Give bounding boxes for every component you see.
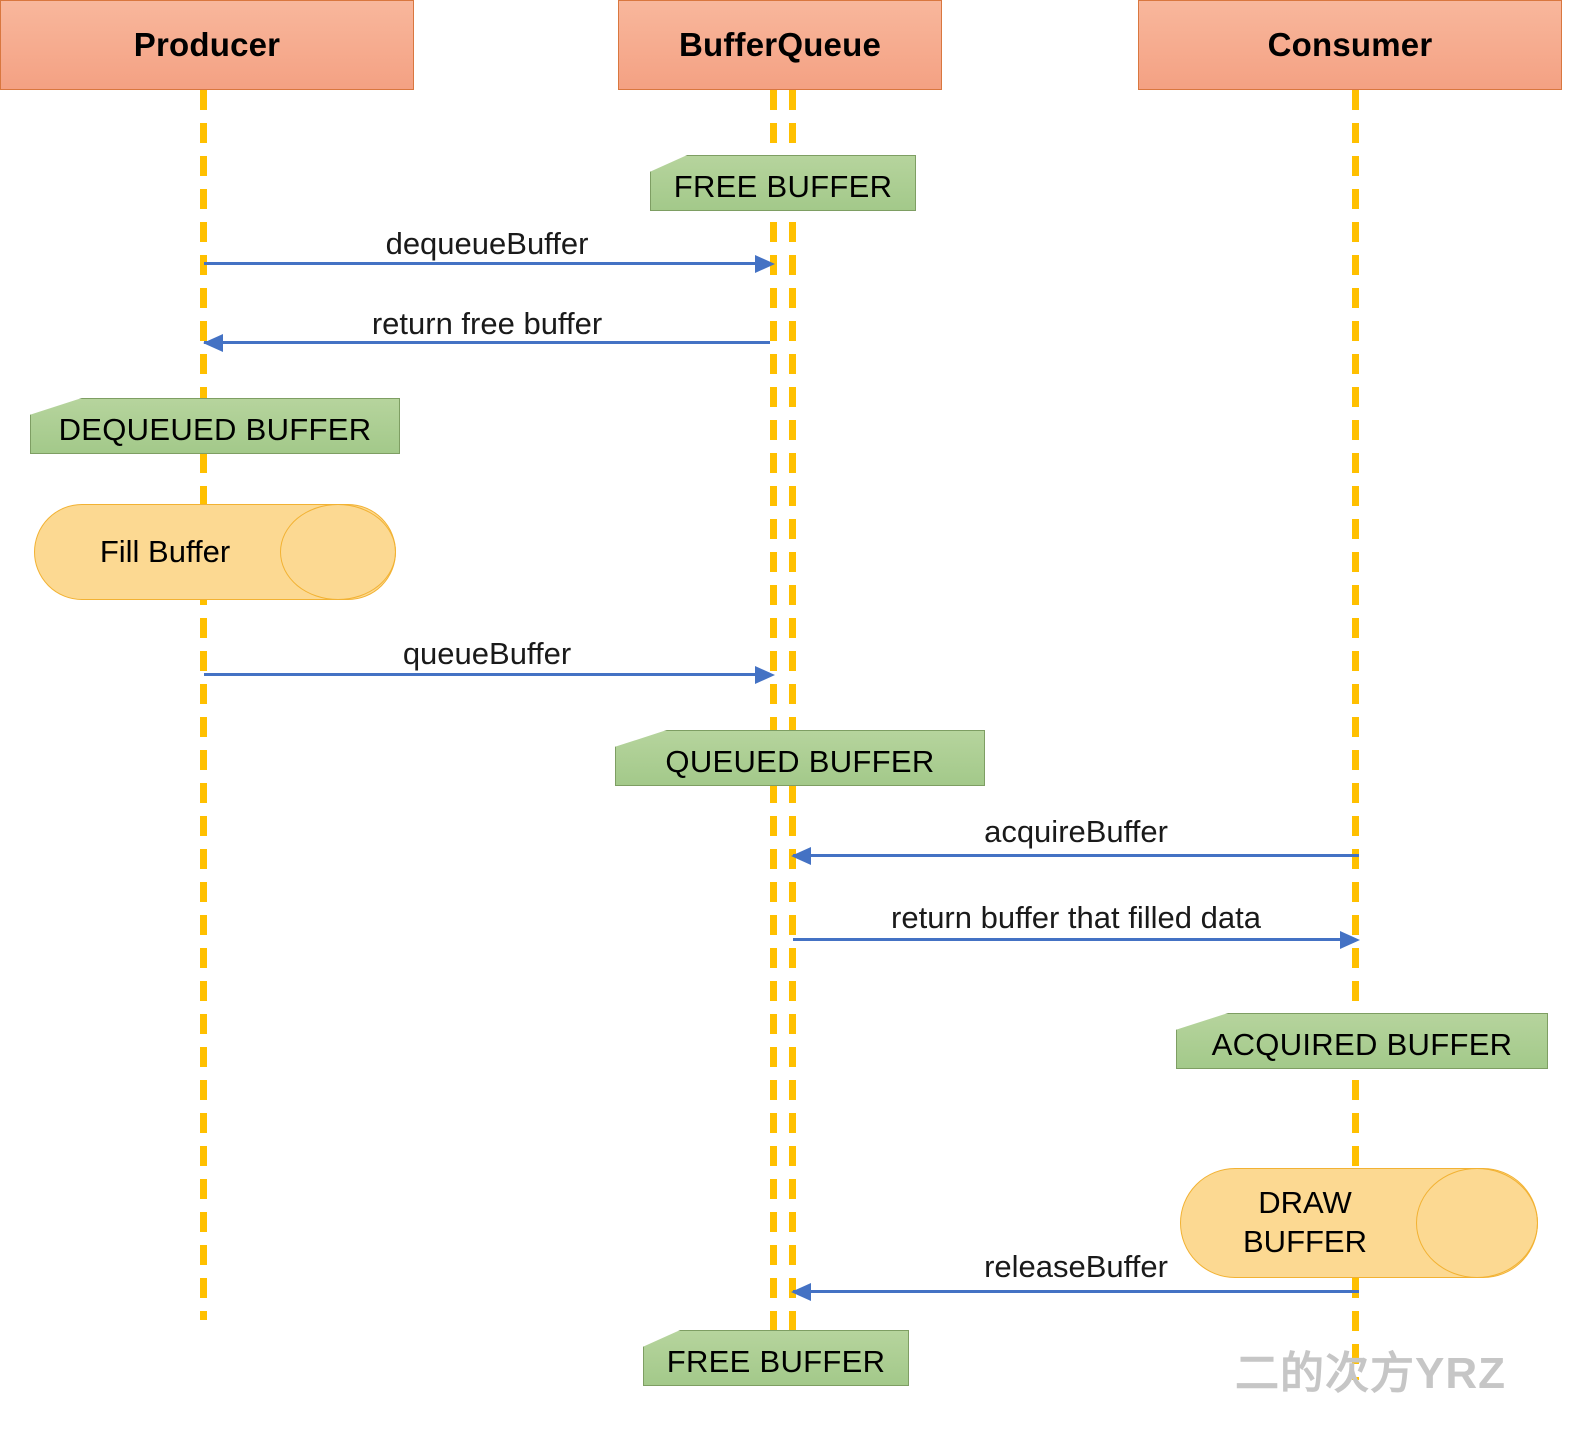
message-return-free-buffer-label: return free buffer — [371, 306, 603, 341]
lifeline-bufferqueue-right — [789, 90, 796, 1365]
note-free-buffer-top: FREE BUFFER — [650, 155, 916, 211]
message-queue-buffer-arrowhead — [755, 666, 775, 684]
note-acquired-buffer: ACQUIRED BUFFER — [1176, 1013, 1548, 1069]
message-dequeue-buffer-label: dequeueBuffer — [385, 226, 589, 261]
actor-producer[interactable]: Producer — [0, 0, 414, 90]
message-release-buffer-line — [793, 1290, 1359, 1293]
message-return-buffer-filled-line — [793, 938, 1345, 941]
message-dequeue-buffer-arrowhead — [755, 255, 775, 273]
message-dequeue-buffer-line — [204, 262, 770, 265]
actor-bufferqueue-label: BufferQueue — [678, 26, 882, 63]
message-release-buffer-arrowhead — [791, 1283, 811, 1301]
message-return-buffer-filled-arrowhead — [1340, 931, 1360, 949]
message-return-buffer-filled-label: return buffer that filled data — [891, 900, 1261, 935]
message-acquire-buffer-line — [793, 854, 1359, 857]
actor-consumer[interactable]: Consumer — [1138, 0, 1562, 90]
note-free-buffer-bottom: FREE BUFFER — [643, 1330, 909, 1386]
message-release-buffer-label: releaseBuffer — [984, 1249, 1168, 1284]
lifeline-bufferqueue-left — [770, 90, 777, 1365]
note-queued-buffer: QUEUED BUFFER — [615, 730, 985, 786]
actor-consumer-label: Consumer — [1267, 26, 1433, 63]
actor-producer-label: Producer — [133, 26, 281, 63]
note-queued-buffer-label: QUEUED BUFFER — [665, 744, 935, 779]
process-fill-buffer-label: Fill Buffer — [99, 533, 231, 569]
actor-bufferqueue[interactable]: BufferQueue — [618, 0, 942, 90]
message-acquire-buffer-label: acquireBuffer — [984, 814, 1168, 849]
note-free-buffer-top-label: FREE BUFFER — [673, 169, 893, 204]
process-fill-buffer: Fill Buffer — [34, 504, 396, 600]
note-dequeued-buffer: DEQUEUED BUFFER — [30, 398, 400, 454]
message-queue-buffer-label: queueBuffer — [402, 636, 572, 671]
sequence-diagram-canvas: Producer BufferQueue Consumer FREE BUFFE… — [0, 0, 1593, 1435]
message-return-free-buffer-line — [204, 341, 770, 344]
note-acquired-buffer-label: ACQUIRED BUFFER — [1211, 1027, 1513, 1062]
note-dequeued-buffer-label: DEQUEUED BUFFER — [58, 412, 372, 447]
watermark-label: 二的次方YRZ — [1235, 1349, 1506, 1398]
message-queue-buffer-line — [204, 673, 770, 676]
lifeline-producer — [200, 90, 207, 1320]
message-return-free-buffer-arrowhead — [203, 334, 223, 352]
message-acquire-buffer-arrowhead — [791, 847, 811, 865]
note-free-buffer-bottom-label: FREE BUFFER — [666, 1344, 886, 1379]
